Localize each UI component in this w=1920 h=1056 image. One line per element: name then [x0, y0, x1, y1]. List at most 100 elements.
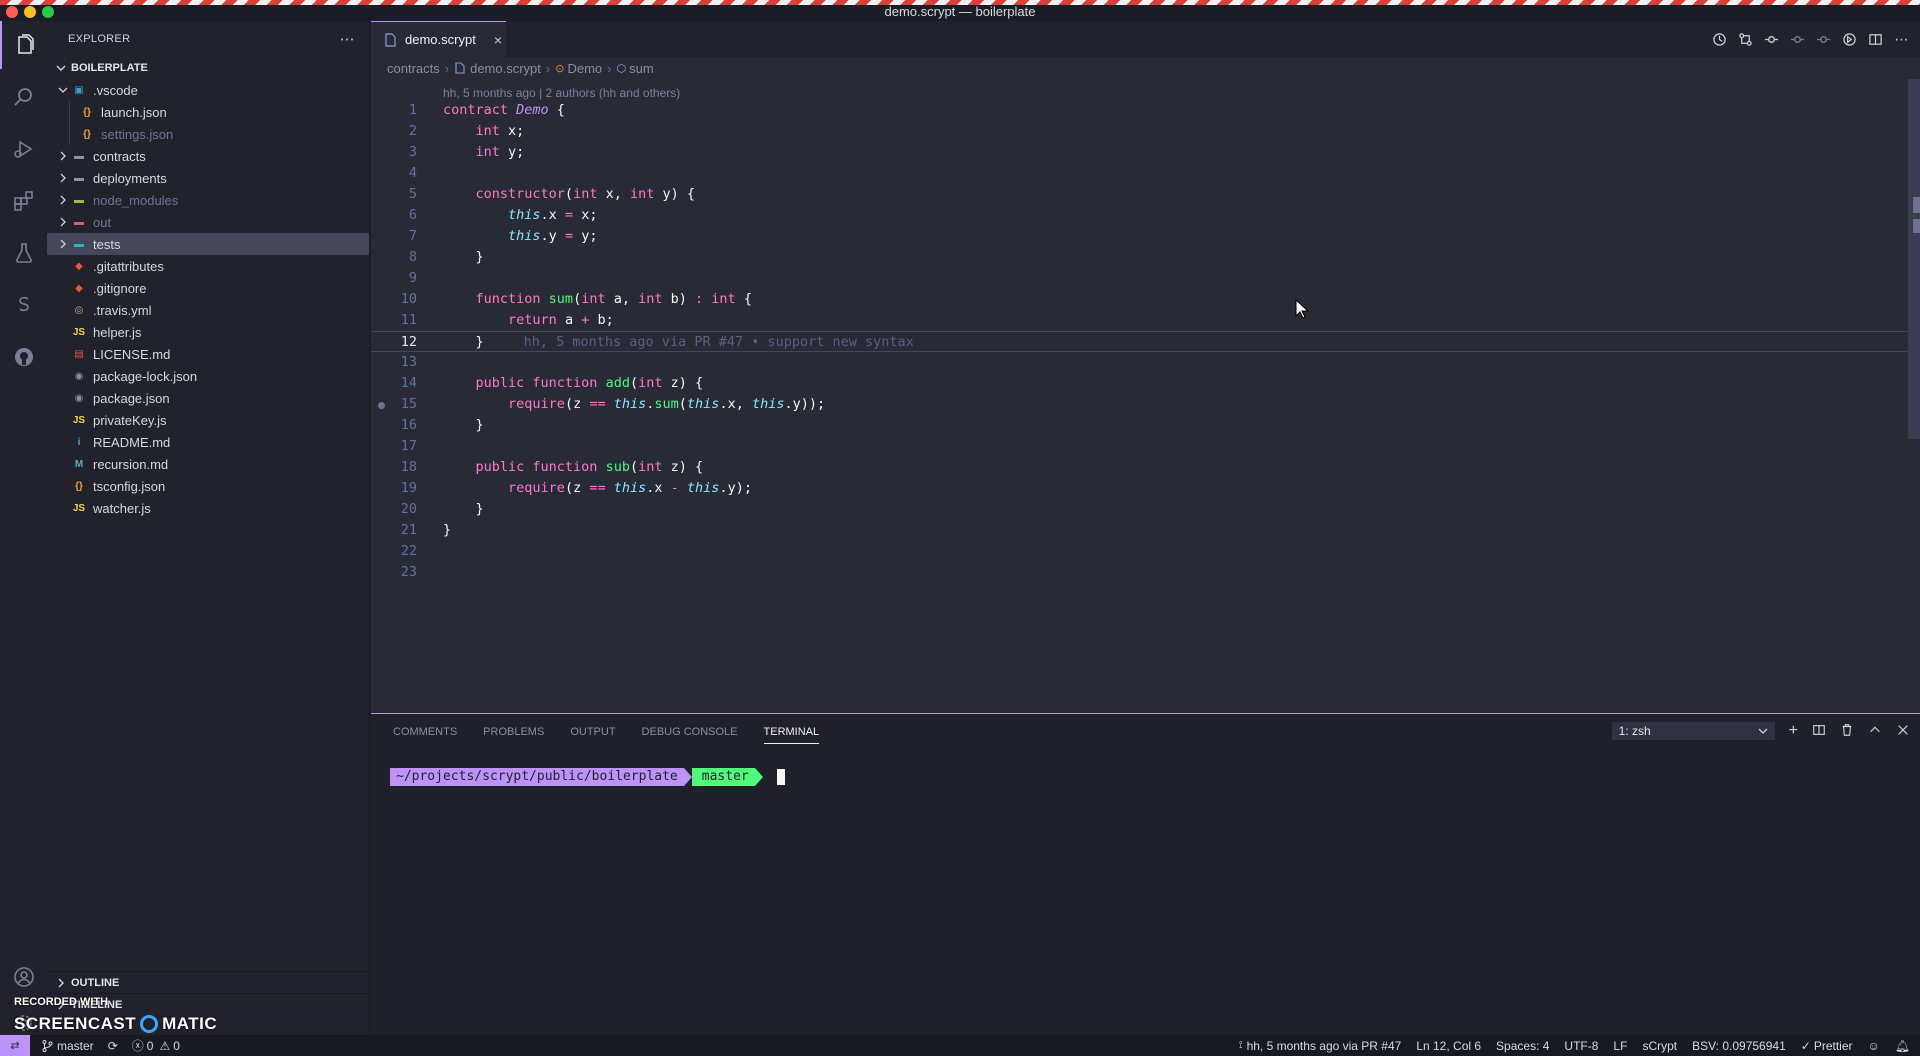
file-item[interactable]: Mrecursion.md [47, 453, 369, 475]
code-line[interactable]: 11 return a + b; [371, 310, 1920, 331]
code-line[interactable]: 5 constructor(int x, int y) { [371, 184, 1920, 205]
toggle-blame-icon[interactable] [1841, 31, 1858, 48]
indentation[interactable]: Spaces: 4 [1496, 1039, 1549, 1053]
file-item[interactable]: ◎ .travis.yml [47, 299, 369, 321]
code-line[interactable]: 20 } [371, 499, 1920, 520]
terminal-prompt[interactable]: ~/projects/scrypt/public/boilerplate mas… [390, 767, 785, 786]
split-terminal-icon[interactable] [1812, 723, 1826, 740]
code-line[interactable]: 9 [371, 268, 1920, 289]
code-line[interactable]: 8 } [371, 247, 1920, 268]
code-line[interactable]: 7 this.y = y; [371, 226, 1920, 247]
folder-item[interactable]: ▣ .vscode [47, 79, 369, 101]
file-item[interactable]: JS watcher.js [47, 497, 369, 519]
breadcrumb-contract[interactable]: Demo [567, 61, 602, 76]
file-item[interactable]: JS helper.js [47, 321, 369, 343]
close-panel-icon[interactable] [1896, 723, 1910, 740]
code-line[interactable]: 1 contract Demo { [371, 100, 1920, 121]
file-item[interactable]: i README.md [47, 431, 369, 453]
explorer-icon[interactable] [0, 21, 47, 69]
terminal-select[interactable]: 1: zsh [1611, 722, 1775, 740]
close-tab-icon[interactable]: × [494, 32, 502, 48]
split-editor-icon[interactable] [1867, 31, 1884, 48]
code-line[interactable]: 17 [371, 436, 1920, 457]
accounts-icon[interactable] [0, 953, 47, 1001]
file-item[interactable]: ▤ LICENSE.md [47, 343, 369, 365]
end-of-line[interactable]: LF [1613, 1039, 1627, 1053]
outline-section[interactable]: OUTLINE [47, 971, 370, 994]
run-debug-icon[interactable] [0, 125, 47, 173]
code-line[interactable]: 12 } hh, 5 months ago via PR #47 • suppor… [371, 331, 1920, 352]
feedback-icon[interactable]: ☺ [1868, 1039, 1880, 1053]
trash-icon[interactable] [1840, 723, 1854, 740]
tab-terminal[interactable]: TERMINAL [763, 726, 820, 744]
next-revision-icon[interactable] [1815, 31, 1832, 48]
code-line[interactable]: 13 [371, 352, 1920, 373]
folder-item[interactable]: ▬ deployments [47, 167, 369, 189]
code-line[interactable]: 22 [371, 541, 1920, 562]
breadcrumb-folder[interactable]: contracts [387, 61, 440, 76]
extensions-icon[interactable] [0, 177, 47, 225]
code-editor[interactable]: 1 contract Demo {2 int x; 3 int y; 4 5 const… [371, 100, 1920, 583]
branch-indicator[interactable]: master [42, 1039, 94, 1053]
maximize-panel-icon[interactable] [1868, 723, 1882, 740]
tab-demo-scrypt[interactable]: demo.scrypt × [371, 21, 506, 57]
tab-comments[interactable]: COMMENTS [393, 726, 457, 738]
new-terminal-icon[interactable]: + [1789, 722, 1798, 740]
blame-status[interactable]: ⟟ hh, 5 months ago via PR #47 [1239, 1039, 1402, 1053]
more-actions-icon[interactable]: ⋯ [340, 30, 355, 48]
folder-item[interactable]: ▬ node_modules [47, 189, 369, 211]
open-changes-icon[interactable] [1737, 31, 1754, 48]
breadcrumb-file[interactable]: demo.scrypt [470, 61, 541, 76]
file-item[interactable]: JS privateKey.js [47, 409, 369, 431]
breakpoint-hint-icon[interactable] [378, 402, 385, 409]
file-item[interactable]: ◉ package.json [47, 387, 369, 409]
file-item[interactable]: ◆ .gitignore [47, 277, 369, 299]
language-mode[interactable]: sCrypt [1642, 1039, 1677, 1053]
code-line[interactable]: 10 function sum(int a, int b) : int { [371, 289, 1920, 310]
folder-item[interactable]: ▬ contracts [47, 145, 369, 167]
code-line[interactable]: 16 } [371, 415, 1920, 436]
code-line[interactable]: 15 require(z == this.sum(this.x, this.y)… [371, 394, 1920, 415]
editor-scrollbar[interactable] [1908, 79, 1920, 439]
previous-revision-icon[interactable] [1789, 31, 1806, 48]
prettier-status[interactable]: ✓ Prettier [1801, 1039, 1853, 1053]
search-icon[interactable] [0, 73, 47, 121]
notifications-bell-icon[interactable]: 🔔︎ [1895, 1039, 1910, 1053]
code-line[interactable]: 6 this.x = x; [371, 205, 1920, 226]
workspace-section-header[interactable]: BOILERPLATE [47, 57, 369, 79]
git-commit-icon[interactable] [1763, 31, 1780, 48]
tab-problems[interactable]: PROBLEMS [483, 726, 544, 738]
code-line[interactable]: 3 int y; [371, 142, 1920, 163]
bsv-balance[interactable]: BSV: 0.09756941 [1692, 1039, 1786, 1053]
more-actions-icon[interactable]: ⋯ [1893, 31, 1910, 48]
editor-actions: ⋯ [1711, 21, 1910, 57]
code-line[interactable]: 2 int x; [371, 121, 1920, 142]
code-line[interactable]: 4 [371, 163, 1920, 184]
cursor-position[interactable]: Ln 12, Col 6 [1416, 1039, 1481, 1053]
code-line[interactable]: 23 [371, 562, 1920, 583]
file-item[interactable]: ◆ .gitattributes [47, 255, 369, 277]
folder-item[interactable]: ▬ tests [47, 233, 369, 255]
scrypt-debugger-icon[interactable] [0, 281, 47, 329]
code-line[interactable]: 14 public function add(int z) { [371, 373, 1920, 394]
breadcrumb-method[interactable]: sum [629, 61, 654, 76]
problems-indicator[interactable]: ⓧ 0 ⚠ 0 [132, 1037, 180, 1054]
tab-output[interactable]: OUTPUT [570, 726, 615, 738]
code-line[interactable]: 18 public function sub(int z) { [371, 457, 1920, 478]
encoding[interactable]: UTF-8 [1564, 1039, 1598, 1053]
history-icon[interactable] [1711, 31, 1728, 48]
file-item[interactable]: {} tsconfig.json [47, 475, 369, 497]
folder-item[interactable]: ▬ out [47, 211, 369, 233]
file-item[interactable]: {} settings.json [47, 123, 369, 145]
sync-icon[interactable]: ⟳ [108, 1039, 118, 1053]
file-item[interactable]: {} launch.json [47, 101, 369, 123]
github-icon[interactable] [0, 333, 47, 381]
tab-debug-console[interactable]: DEBUG CONSOLE [642, 726, 738, 738]
file-item[interactable]: ◉ package-lock.json [47, 365, 369, 387]
remote-indicator-icon[interactable]: ⇄ [0, 1035, 30, 1056]
tree-item-label: .gitignore [93, 280, 147, 296]
testing-icon[interactable] [0, 229, 47, 277]
code-line[interactable]: 21} [371, 520, 1920, 541]
git-codelens[interactable]: hh, 5 months ago | 2 authors (hh and oth… [443, 86, 680, 100]
code-line[interactable]: 19 require(z == this.x - this.y); [371, 478, 1920, 499]
